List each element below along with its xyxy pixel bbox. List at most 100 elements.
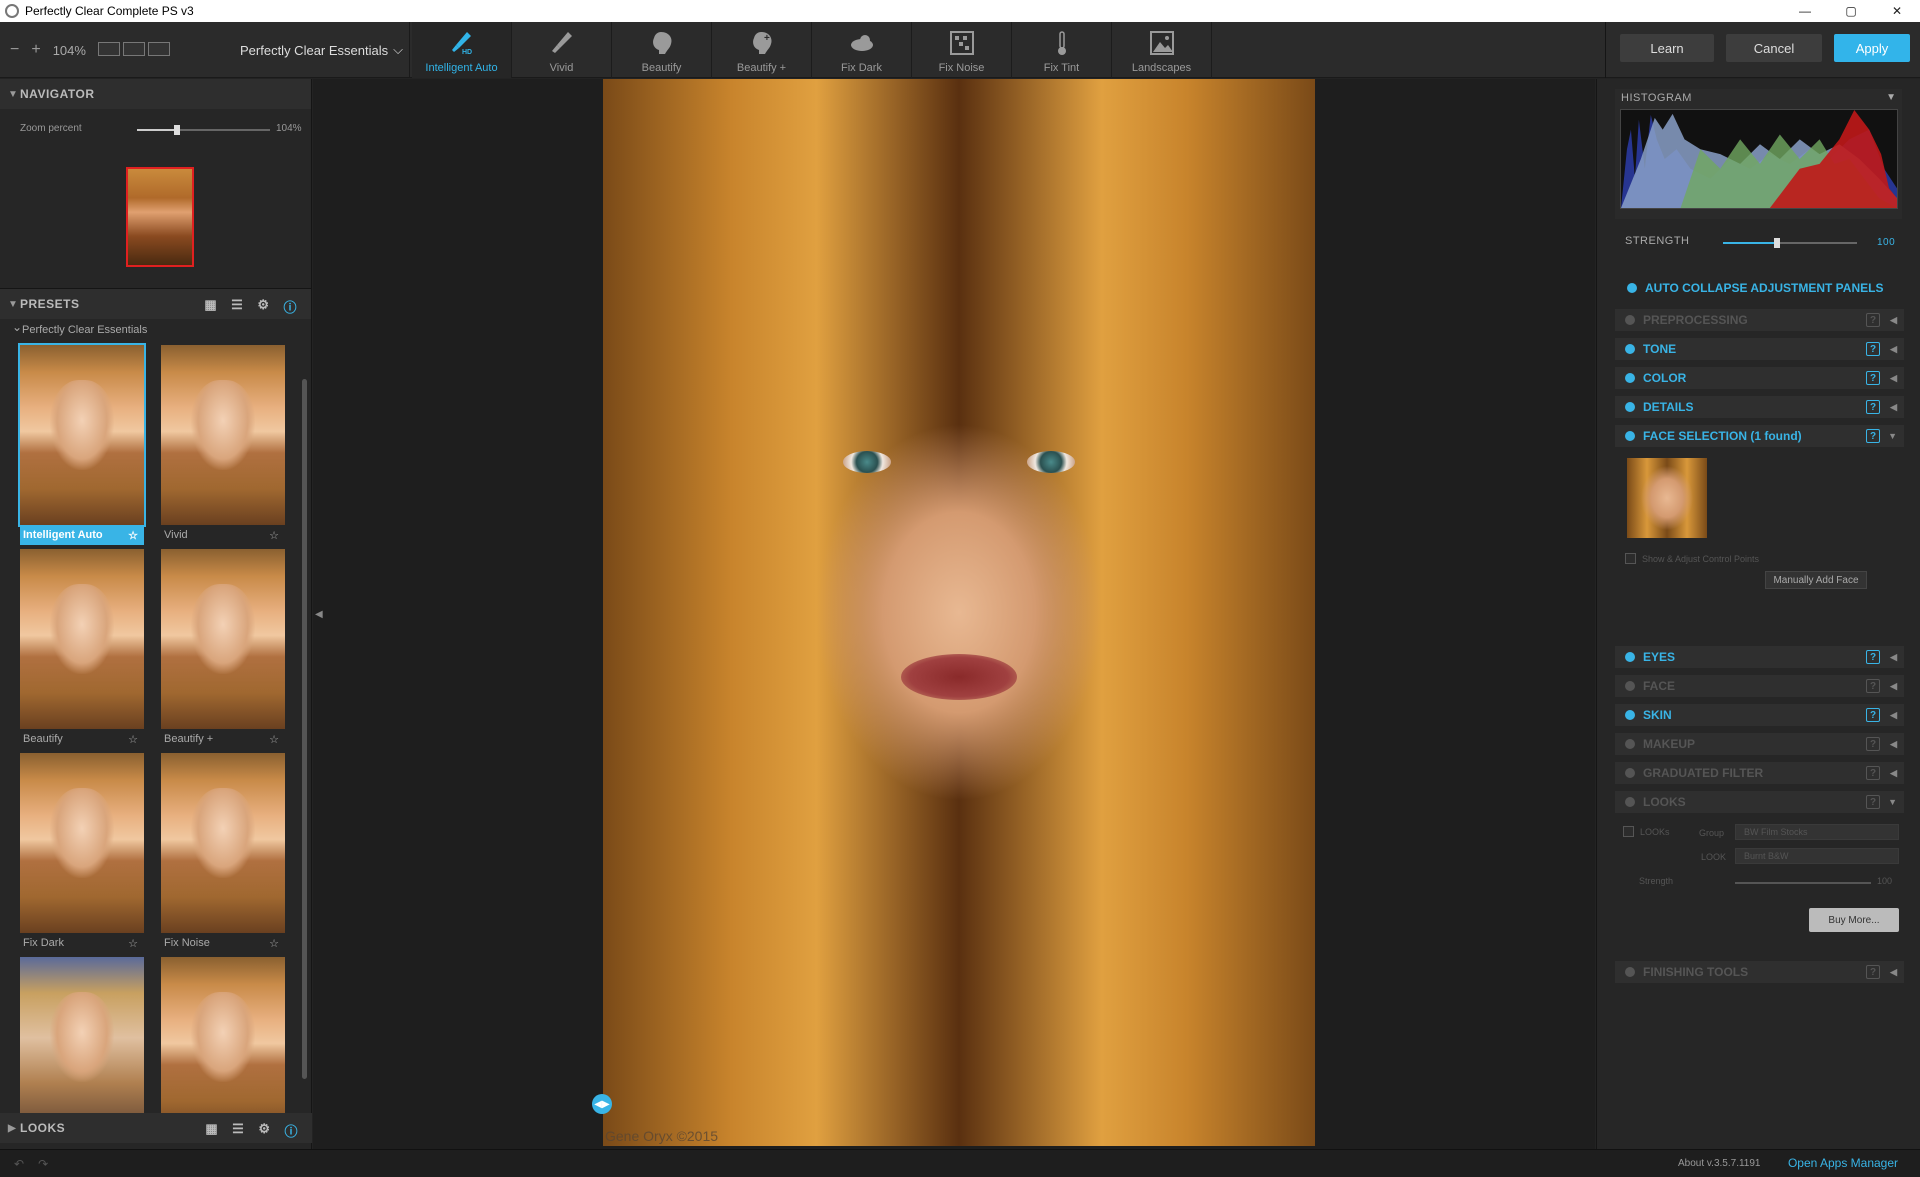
looks-header[interactable]: ▶ LOOKS ▦ ☰ ⚙ ⓘ xyxy=(0,1113,312,1143)
preset-thumbnail[interactable] xyxy=(161,549,285,729)
favorite-star-icon[interactable]: ☆ xyxy=(128,937,138,950)
section-face[interactable]: FACE? ◀ xyxy=(1615,675,1904,697)
help-icon[interactable]: ? xyxy=(1866,965,1880,979)
toggle-dot-icon[interactable] xyxy=(1625,710,1635,720)
help-icon[interactable]: ? xyxy=(1866,371,1880,385)
help-icon[interactable]: ? xyxy=(1866,342,1880,356)
expand-arrow-icon[interactable]: ◀ xyxy=(1890,967,1897,978)
section-graduated-filter[interactable]: GRADUATED FILTER? ◀ xyxy=(1615,762,1904,784)
preset-thumbnail[interactable] xyxy=(20,957,144,1137)
list-view-icon[interactable]: ☰ xyxy=(231,297,243,316)
preset-item[interactable]: Beautify ☆ xyxy=(20,549,144,753)
help-icon[interactable]: ? xyxy=(1866,737,1880,751)
minimize-button[interactable]: — xyxy=(1782,0,1828,22)
toggle-dot-icon[interactable] xyxy=(1625,344,1635,354)
cancel-button[interactable]: Cancel xyxy=(1726,34,1822,62)
toggle-dot-icon[interactable] xyxy=(1625,739,1635,749)
favorite-star-icon[interactable]: ☆ xyxy=(269,937,279,950)
help-icon[interactable]: ? xyxy=(1866,766,1880,780)
split-handle-icon[interactable]: ◀▶ xyxy=(592,1094,612,1114)
help-icon[interactable]: ? xyxy=(1866,313,1880,327)
strength-slider[interactable] xyxy=(1723,238,1857,248)
apply-button[interactable]: Apply xyxy=(1834,34,1910,62)
help-icon[interactable]: ⓘ xyxy=(284,1121,298,1140)
collapse-left-panel-icon[interactable]: ◀ xyxy=(315,609,323,620)
preset-thumbnail[interactable] xyxy=(161,957,285,1137)
toggle-dot-icon[interactable] xyxy=(1625,431,1635,441)
navigator-thumbnail[interactable] xyxy=(126,167,194,267)
list-view-icon[interactable]: ☰ xyxy=(232,1121,244,1140)
close-button[interactable]: ✕ xyxy=(1874,0,1920,22)
detected-face-thumbnail[interactable] xyxy=(1627,458,1707,538)
expand-arrow-icon[interactable]: ◀ xyxy=(1890,652,1897,663)
image-canvas[interactable]: ◀ Gene Oryx ©2015 ◀▶ ▶ xyxy=(313,79,1607,1149)
toggle-dot-icon[interactable] xyxy=(1625,797,1635,807)
section-finishing-tools[interactable]: FINISHING TOOLS? ◀ xyxy=(1615,961,1904,983)
expand-arrow-icon[interactable]: ◀ xyxy=(1890,315,1897,326)
section-eyes[interactable]: EYES? ◀ xyxy=(1615,646,1904,668)
expand-arrow-icon[interactable]: ◀ xyxy=(1890,344,1897,355)
favorite-star-icon[interactable]: ☆ xyxy=(128,733,138,746)
section-tone[interactable]: TONE? ◀ xyxy=(1615,338,1904,360)
tool-fix-tint[interactable]: Fix Tint xyxy=(1012,22,1112,78)
expand-arrow-icon[interactable]: ◀ xyxy=(1890,402,1897,413)
tool-beautify[interactable]: + Beautify + xyxy=(712,22,812,78)
tool-fix-dark[interactable]: Fix Dark xyxy=(812,22,912,78)
preset-group-dropdown[interactable]: Perfectly Clear Essentials ⌵ xyxy=(228,22,410,78)
expand-arrow-icon[interactable]: ◀ xyxy=(1890,710,1897,721)
toggle-dot-icon[interactable] xyxy=(1625,967,1635,977)
redo-icon[interactable]: ↷ xyxy=(38,1157,48,1171)
help-icon[interactable]: ? xyxy=(1866,429,1880,443)
expand-arrow-icon[interactable]: ◀ xyxy=(1890,681,1897,692)
toggle-dot-icon[interactable] xyxy=(1625,681,1635,691)
section-looks[interactable]: LOOKS? ▼ xyxy=(1615,791,1904,813)
split-view-button[interactable] xyxy=(122,41,145,56)
learn-button[interactable]: Learn xyxy=(1620,34,1714,62)
presets-scrollbar[interactable] xyxy=(302,379,307,1079)
tool-fix-noise[interactable]: Fix Noise xyxy=(912,22,1012,78)
section-makeup[interactable]: MAKEUP? ◀ xyxy=(1615,733,1904,755)
navigator-header[interactable]: ▼ NAVIGATOR xyxy=(0,79,311,109)
side-by-side-view-button[interactable] xyxy=(147,41,170,56)
presets-header[interactable]: ▼ PRESETS ▦ ☰ ⚙ ⓘ xyxy=(0,289,311,319)
section-face-selection[interactable]: FACE SELECTION (1 found)? ▼ xyxy=(1615,425,1904,447)
tool-beautify[interactable]: Beautify xyxy=(612,22,712,78)
tool-intelligent-auto[interactable]: HD Intelligent Auto xyxy=(412,22,512,78)
help-icon[interactable]: ? xyxy=(1866,400,1880,414)
toggle-dot-icon[interactable] xyxy=(1625,768,1635,778)
look-select[interactable]: Burnt B&W xyxy=(1735,848,1899,864)
toggle-dot-icon[interactable] xyxy=(1625,652,1635,662)
chevron-down-icon[interactable]: ▼ xyxy=(1886,92,1896,103)
zoom-in-button[interactable]: + xyxy=(31,41,40,59)
favorite-star-icon[interactable]: ☆ xyxy=(269,733,279,746)
section-preprocessing[interactable]: PREPROCESSING? ◀ xyxy=(1615,309,1904,331)
expand-arrow-icon[interactable]: ◀ xyxy=(1890,768,1897,779)
expand-arrow-icon[interactable]: ◀ xyxy=(1890,373,1897,384)
section-details[interactable]: DETAILS? ◀ xyxy=(1615,396,1904,418)
tool-landscapes[interactable]: Landscapes xyxy=(1112,22,1212,78)
preset-group-header[interactable]: Perfectly Clear Essentials xyxy=(0,319,312,341)
grid-view-icon[interactable]: ▦ xyxy=(205,1121,218,1140)
help-icon[interactable]: ⓘ xyxy=(283,297,297,316)
buy-more-button[interactable]: Buy More... xyxy=(1809,908,1899,932)
zoom-slider-handle[interactable] xyxy=(173,125,180,135)
section-skin[interactable]: SKIN? ◀ xyxy=(1615,704,1904,726)
toggle-dot-icon[interactable] xyxy=(1625,315,1635,325)
undo-icon[interactable]: ↶ xyxy=(14,1157,24,1171)
toggle-dot-icon[interactable] xyxy=(1625,373,1635,383)
preset-thumbnail[interactable] xyxy=(161,753,285,933)
open-apps-manager-button[interactable]: Open Apps Manager xyxy=(1778,1153,1908,1173)
collapse-arrow-icon[interactable]: ▼ xyxy=(1888,431,1897,441)
checkbox-icon[interactable] xyxy=(1625,553,1636,564)
looks-strength-slider[interactable] xyxy=(1735,882,1871,884)
tool-vivid[interactable]: Vivid xyxy=(512,22,612,78)
zoom-slider[interactable] xyxy=(137,125,270,135)
help-icon[interactable]: ? xyxy=(1866,708,1880,722)
strength-slider-handle[interactable] xyxy=(1773,238,1780,248)
preset-item[interactable]: Fix Dark ☆ xyxy=(20,753,144,957)
portrait-photo[interactable]: Gene Oryx ©2015 xyxy=(603,79,1315,1146)
section-color[interactable]: COLOR? ◀ xyxy=(1615,367,1904,389)
help-icon[interactable]: ? xyxy=(1866,650,1880,664)
toggle-dot-icon[interactable] xyxy=(1625,402,1635,412)
group-select[interactable]: BW Film Stocks xyxy=(1735,824,1899,840)
